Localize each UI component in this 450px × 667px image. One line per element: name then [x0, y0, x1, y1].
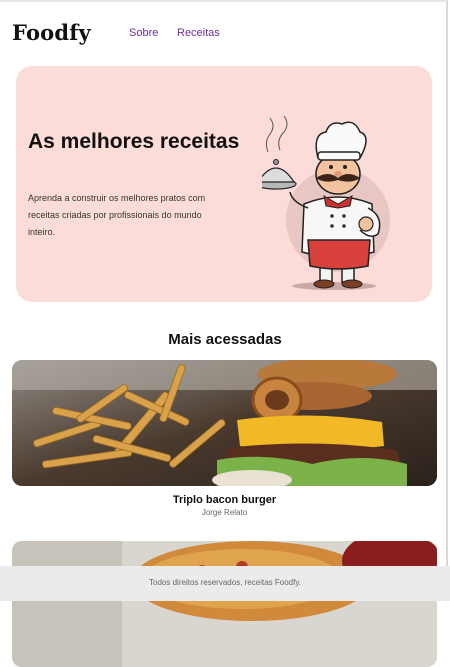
recipe-image[interactable] [12, 541, 437, 667]
burger-photo-icon [12, 360, 437, 486]
logo[interactable]: Foodfy [12, 20, 91, 45]
hero-description: Aprenda a construir os melhores pratos c… [28, 193, 206, 237]
chef-illustration-icon [262, 115, 390, 290]
section-title: Mais acessadas [168, 331, 282, 348]
footer-text: Todos direitos reservados, receitas Food… [149, 578, 301, 587]
hero-banner: As melhores receitas Aprenda a construir… [16, 66, 432, 302]
pizza-photo-icon [12, 541, 437, 667]
recipe-card[interactable]: Triplo bacon burger Jorge Relato [12, 360, 437, 517]
nav-link-sobre[interactable]: Sobre [129, 27, 158, 39]
site-header: Foodfy Sobre Receitas [0, 0, 450, 66]
recipe-image[interactable] [12, 360, 437, 486]
hero-title: As melhores receitas [28, 130, 240, 153]
recipe-card[interactable] [12, 541, 437, 667]
nav-link-receitas[interactable]: Receitas [177, 27, 220, 39]
recipe-author: Jorge Relato [201, 508, 248, 517]
site-footer: Todos direitos reservados, receitas Food… [0, 566, 450, 601]
recipe-title[interactable]: Triplo bacon burger [12, 494, 437, 506]
